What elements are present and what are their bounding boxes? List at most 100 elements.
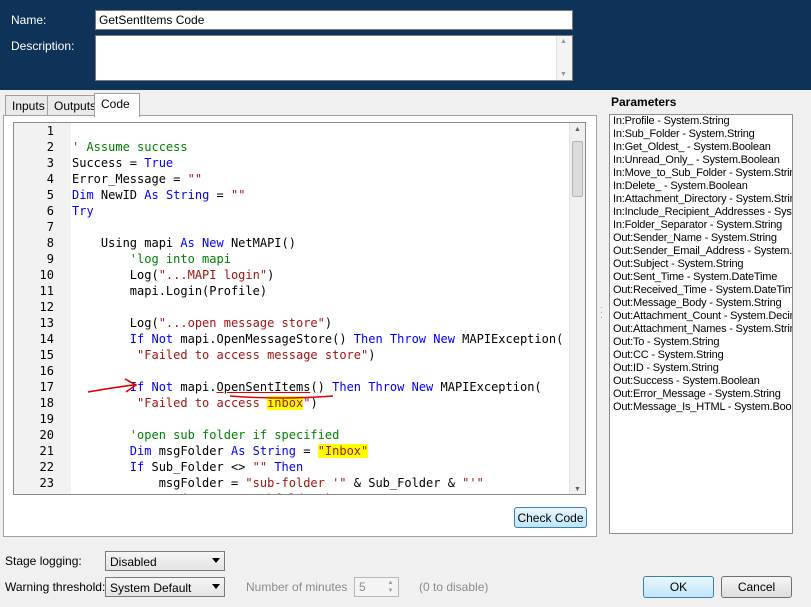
code-token: ) xyxy=(267,268,275,282)
code-line: If Not mapi.OpenSentItems() Then Throw N… xyxy=(72,379,569,395)
code-keyword: If Not xyxy=(129,332,174,346)
code-string: "sub-folder '" xyxy=(245,476,347,490)
parameter-item[interactable]: Out:Message_Is_HTML - System.Boolean xyxy=(610,401,792,414)
minutes-stepper[interactable]: 5 ▲ ▼ xyxy=(354,577,399,597)
parameters-list[interactable]: In:Profile - System.String In:Sub_Folder … xyxy=(609,114,793,534)
parameter-item[interactable]: In:Get_Oldest_ - System.Boolean xyxy=(610,141,792,154)
line-number: 7 xyxy=(46,220,54,234)
code-token: Log( xyxy=(72,316,159,330)
line-number: 17 xyxy=(39,380,54,394)
minutes-label: Number of minutes xyxy=(246,580,348,594)
description-scrollbar[interactable]: ▲ ▼ xyxy=(556,36,572,80)
code-text[interactable]: ' Assume success Success = True Error_Mess… xyxy=(72,123,569,494)
code-keyword: True xyxy=(144,156,174,170)
parameter-item[interactable]: Out:Message_Body - System.String xyxy=(610,297,792,310)
parameter-item[interactable]: Out:Received_Time - System.DateTime xyxy=(610,284,792,297)
warning-threshold-dropdown[interactable]: System Default xyxy=(105,577,225,597)
parameter-item[interactable]: In:Profile - System.String xyxy=(610,115,792,128)
parameter-item[interactable]: Out:Error_Message - System.String xyxy=(610,388,792,401)
tab-code[interactable]: Code xyxy=(94,93,140,117)
cancel-button[interactable]: Cancel xyxy=(721,576,792,598)
parameter-item[interactable]: In:Unread_Only_ - System.Boolean xyxy=(610,154,792,167)
code-keyword: As String xyxy=(230,444,296,458)
code-line: 'open sub folder if specified xyxy=(72,427,569,443)
parameter-item[interactable]: Out:Sender_Email_Address - System.String xyxy=(610,245,792,258)
parameter-item[interactable]: Out:Attachment_Names - System.String xyxy=(610,323,792,336)
chevron-down-icon xyxy=(212,558,220,563)
parameter-item[interactable]: In:Folder_Separator - System.String xyxy=(610,219,792,232)
line-number: 19 xyxy=(39,412,54,426)
code-token: Using mapi xyxy=(72,236,181,250)
scroll-up-icon[interactable]: ▲ xyxy=(560,38,567,45)
code-line: If Sub_Folder <> "" Then xyxy=(72,459,569,475)
scroll-down-icon[interactable]: ▼ xyxy=(574,486,581,493)
description-field[interactable]: ▲ ▼ xyxy=(95,35,573,81)
code-line: 'log into mapi xyxy=(72,251,569,267)
parameter-item[interactable]: Out:Sent_Time - System.DateTime xyxy=(610,271,792,284)
code-keyword: As New xyxy=(180,236,224,250)
line-number: 12 xyxy=(39,300,54,314)
code-keyword: As String xyxy=(144,188,210,202)
code-token: MAPIException( xyxy=(454,332,564,346)
parameter-item[interactable]: In:Sub_Folder - System.String xyxy=(610,128,792,141)
code-line: Dim NewID As String = "" xyxy=(72,187,569,203)
line-number: 8 xyxy=(46,236,54,250)
parameter-item[interactable]: Out:Subject - System.String xyxy=(610,258,792,271)
code-comment: 'log into mapi xyxy=(72,252,231,266)
parameter-item[interactable]: Out:Attachment_Count - System.Decimal xyxy=(610,310,792,323)
code-string: "...open message store" xyxy=(158,316,325,330)
code-keyword: Then Throw New xyxy=(353,332,455,346)
line-number: 15 xyxy=(39,348,54,362)
parameters-title: Parameters xyxy=(611,95,677,109)
code-string: inbox xyxy=(267,396,304,410)
tab-inputs[interactable]: Inputs xyxy=(5,95,52,115)
parameter-item[interactable]: In:Move_to_Sub_Folder - System.String xyxy=(610,167,792,180)
code-scrollbar[interactable]: ▲ ▼ xyxy=(569,123,585,494)
splitter-grip-icon[interactable]: · · · xyxy=(600,304,604,322)
scroll-down-icon[interactable]: ▼ xyxy=(560,71,567,78)
code-token: MAPIException( xyxy=(433,380,542,394)
code-line: Try xyxy=(72,203,569,219)
stage-logging-dropdown[interactable]: Disabled xyxy=(105,551,225,571)
parameter-item[interactable]: Out:ID - System.String xyxy=(610,362,792,375)
code-keyword: If xyxy=(129,460,145,474)
stepper-up-icon[interactable]: ▲ xyxy=(384,579,397,587)
name-label: Name: xyxy=(11,13,47,27)
check-code-button[interactable]: Check Code xyxy=(514,507,587,528)
code-line: msgFolder = "sub-folder '" & Sub_Folder … xyxy=(72,475,569,491)
line-number: 13 xyxy=(39,316,54,330)
properties-header: Name: GetSentItems Code Description: ▲ ▼ xyxy=(0,0,811,90)
name-field[interactable]: GetSentItems Code xyxy=(95,10,573,30)
code-line: ' Assume success xyxy=(72,139,569,155)
code-string: "" xyxy=(187,172,203,186)
parameter-item[interactable]: Out:Success - System.Boolean xyxy=(610,375,792,388)
parameter-item[interactable]: In:Delete_ - System.Boolean xyxy=(610,180,792,193)
code-line: Log("...open subfolder") xyxy=(72,491,569,494)
code-token: Log( xyxy=(72,492,188,494)
code-token: Success = xyxy=(72,156,145,170)
ok-button[interactable]: OK xyxy=(643,576,714,598)
code-editor[interactable]: 123456789101112131415161718192021222324 … xyxy=(13,122,586,495)
code-token: () xyxy=(310,380,333,394)
parameter-item[interactable]: Out:CC - System.String xyxy=(610,349,792,362)
parameter-item[interactable]: Out:Sender_Name - System.String xyxy=(610,232,792,245)
parameter-item[interactable]: In:Include_Recipient_Addresses - System.… xyxy=(610,206,792,219)
parameter-item[interactable]: Out:To - System.String xyxy=(610,336,792,349)
scroll-up-icon[interactable]: ▲ xyxy=(574,126,581,133)
code-keyword: Then Throw New xyxy=(332,380,434,394)
stepper-down-icon[interactable]: ▼ xyxy=(384,587,397,595)
code-line: "Failed to access inbox") xyxy=(72,395,569,411)
code-line: "Failed to access message store") xyxy=(72,347,569,363)
code-token: ) xyxy=(324,316,333,330)
warning-threshold-value: System Default xyxy=(110,581,192,595)
code-keyword: Dim xyxy=(72,188,94,202)
parameter-item[interactable]: In:Attachment_Directory - System.String xyxy=(610,193,792,206)
line-number: 11 xyxy=(39,284,54,298)
scrollbar-thumb[interactable] xyxy=(572,141,583,197)
line-number: 18 xyxy=(39,396,54,410)
